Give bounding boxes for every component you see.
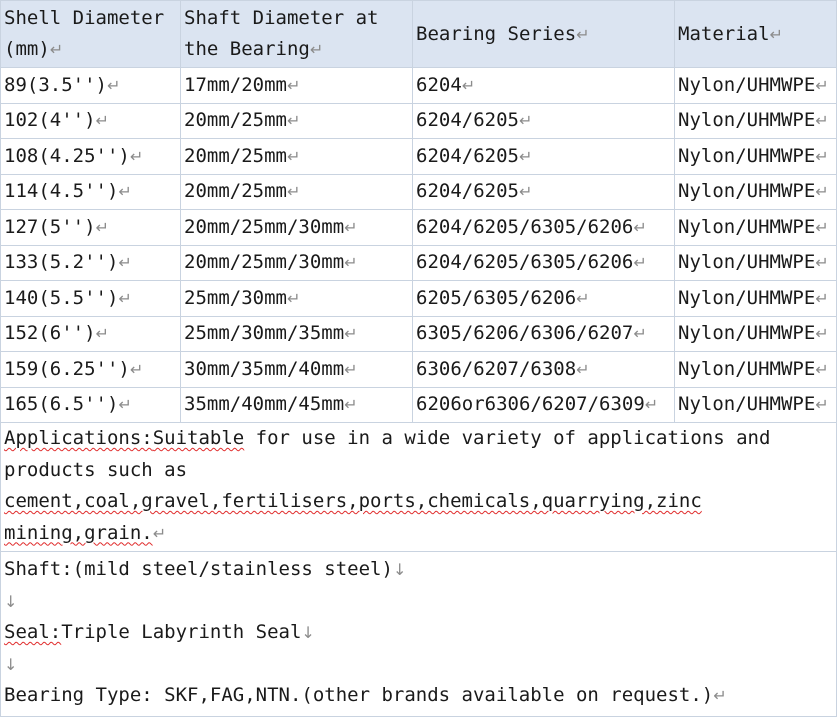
- cell-material: Nylon/UHMWPE↵: [674, 67, 837, 104]
- cell-material: Nylon/UHMWPE↵: [674, 386, 837, 423]
- cell-shell-diameter: 89(3.5'')↵: [0, 67, 181, 104]
- cell-material: Nylon/UHMWPE↵: [674, 351, 837, 388]
- cell-material: Nylon/UHMWPE↵: [674, 209, 837, 246]
- applications-line-4: mining,grain.↵: [4, 521, 167, 544]
- cell-shell-diameter: 152(6'')↵: [0, 315, 181, 352]
- header-shell-diameter: Shell Diameter (mm)↵: [0, 0, 181, 68]
- applications-label: Applications:: [4, 427, 153, 449]
- table-row: 133(5.2'')↵ 20mm/25mm/30mm↵ 6204/6205/6305…: [0, 244, 837, 281]
- cell-shaft-diameter: 20mm/25mm/30mm↵: [180, 244, 413, 281]
- cell-shell-diameter: 133(5.2'')↵: [0, 244, 181, 281]
- spec-table: Shell Diameter (mm)↵ Shaft Diameter at t…: [0, 0, 837, 423]
- cell-shell-diameter: 114(4.5'')↵: [0, 173, 181, 210]
- cell-shell-diameter: 159(6.25'')↵: [0, 351, 181, 388]
- applications-line-1: Applications:Suitable for use in a wide …: [4, 427, 771, 449]
- cell-shaft-diameter: 17mm/20mm↵: [180, 67, 413, 104]
- applications-section: Applications:Suitable for use in a wide …: [0, 423, 837, 552]
- cell-bearing-series: 6204/6205↵: [412, 138, 675, 175]
- cell-shell-diameter: 140(5.5'')↵: [0, 280, 181, 317]
- blank-line-2: ↓: [4, 654, 18, 674]
- cell-shell-diameter: 108(4.25'')↵: [0, 138, 181, 175]
- table-row: 108(4.25'')↵ 20mm/25mm↵ 6204/6205↵ Nylon/UH…: [0, 138, 837, 175]
- spec-table-body: 89(3.5'')↵ 17mm/20mm↵ 6204↵ Nylon/UHMWPE↵ 10…: [0, 67, 837, 423]
- applications-suitable-word: Suitable: [152, 427, 245, 449]
- table-row: 165(6.5'')↵ 35mm/40mm/45mm↵ 6206or6306/620…: [0, 386, 837, 423]
- cell-material: Nylon/UHMWPE↵: [674, 244, 837, 281]
- cell-material: Nylon/UHMWPE↵: [674, 102, 837, 139]
- table-row: 127(5'')↵ 20mm/25mm/30mm↵ 6204/6205/6305/6…: [0, 209, 837, 246]
- cell-bearing-series: 6205/6305/6206↵: [412, 280, 675, 317]
- table-row: 159(6.25'')↵ 30mm/35mm/40mm↵ 6306/6207/630…: [0, 351, 837, 388]
- table-row: 114(4.5'')↵ 20mm/25mm↵ 6204/6205↵ Nylon/UHM…: [0, 173, 837, 210]
- cell-bearing-series: 6206or6306/6207/6309↵: [412, 386, 675, 423]
- cell-bearing-series: 6204/6205↵: [412, 173, 675, 210]
- header-shaft-diameter: Shaft Diameter at the Bearing↵: [180, 0, 413, 68]
- table-row: 140(5.5'')↵ 25mm/30mm↵ 6205/6305/6206↵ Nylo…: [0, 280, 837, 317]
- spec-document: Shell Diameter (mm)↵ Shaft Diameter at t…: [0, 0, 837, 717]
- cell-material: Nylon/UHMWPE↵: [674, 315, 837, 352]
- cell-shaft-diameter: 20mm/25mm↵: [180, 138, 413, 175]
- cell-bearing-series: 6204/6205/6305/6206↵: [412, 209, 675, 246]
- applications-line-3: cement,coal,gravel,fertilisers,ports,che…: [4, 490, 702, 512]
- header-material: Material↵: [674, 0, 837, 68]
- cell-bearing-series: 6306/6207/6308↵: [412, 351, 675, 388]
- cell-bearing-series: 6305/6206/6306/6207↵: [412, 315, 675, 352]
- cell-shell-diameter: 165(6.5'')↵: [0, 386, 181, 423]
- header-bearing-series: Bearing Series↵: [412, 0, 675, 68]
- shaft-note: Shaft:(mild steel/stainless steel)↓: [4, 558, 407, 580]
- cell-material: Nylon/UHMWPE↵: [674, 280, 837, 317]
- cell-shell-diameter: 102(4'')↵: [0, 102, 181, 139]
- blank-line-1: ↓: [4, 591, 18, 611]
- cell-shaft-diameter: 25mm/30mm/35mm↵: [180, 315, 413, 352]
- applications-line-2: products such as: [4, 458, 188, 481]
- cell-bearing-series: 6204↵: [412, 67, 675, 104]
- cell-shell-diameter: 127(5'')↵: [0, 209, 181, 246]
- cell-shaft-diameter: 20mm/25mm↵: [180, 173, 413, 210]
- cell-bearing-series: 6204/6205↵: [412, 102, 675, 139]
- cell-shaft-diameter: 20mm/25mm/30mm↵: [180, 209, 413, 246]
- table-header-row: Shell Diameter (mm)↵ Shaft Diameter at t…: [0, 0, 837, 68]
- table-row: 102(4'')↵ 20mm/25mm↵ 6204/6205↵ Nylon/UHMWP…: [0, 102, 837, 139]
- cell-shaft-diameter: 25mm/30mm↵: [180, 280, 413, 317]
- cell-material: Nylon/UHMWPE↵: [674, 173, 837, 210]
- cell-shaft-diameter: 20mm/25mm↵: [180, 102, 413, 139]
- seal-note: Seal:Triple Labyrinth Seal↓: [4, 621, 315, 643]
- cell-shaft-diameter: 35mm/40mm/45mm↵: [180, 386, 413, 423]
- bearing-type-note: Bearing Type: SKF,FAG,NTN.(other brands …: [4, 684, 727, 706]
- table-row: 152(6'')↵ 25mm/30mm/35mm↵ 6305/6206/6306/6…: [0, 315, 837, 352]
- cell-bearing-series: 6204/6205/6305/6206↵: [412, 244, 675, 281]
- table-row: 89(3.5'')↵ 17mm/20mm↵ 6204↵ Nylon/UHMWPE↵: [0, 67, 837, 104]
- notes-section: Shaft:(mild steel/stainless steel)↓ ↓ Se…: [0, 552, 837, 717]
- cell-material: Nylon/UHMWPE↵: [674, 138, 837, 175]
- cell-shaft-diameter: 30mm/35mm/40mm↵: [180, 351, 413, 388]
